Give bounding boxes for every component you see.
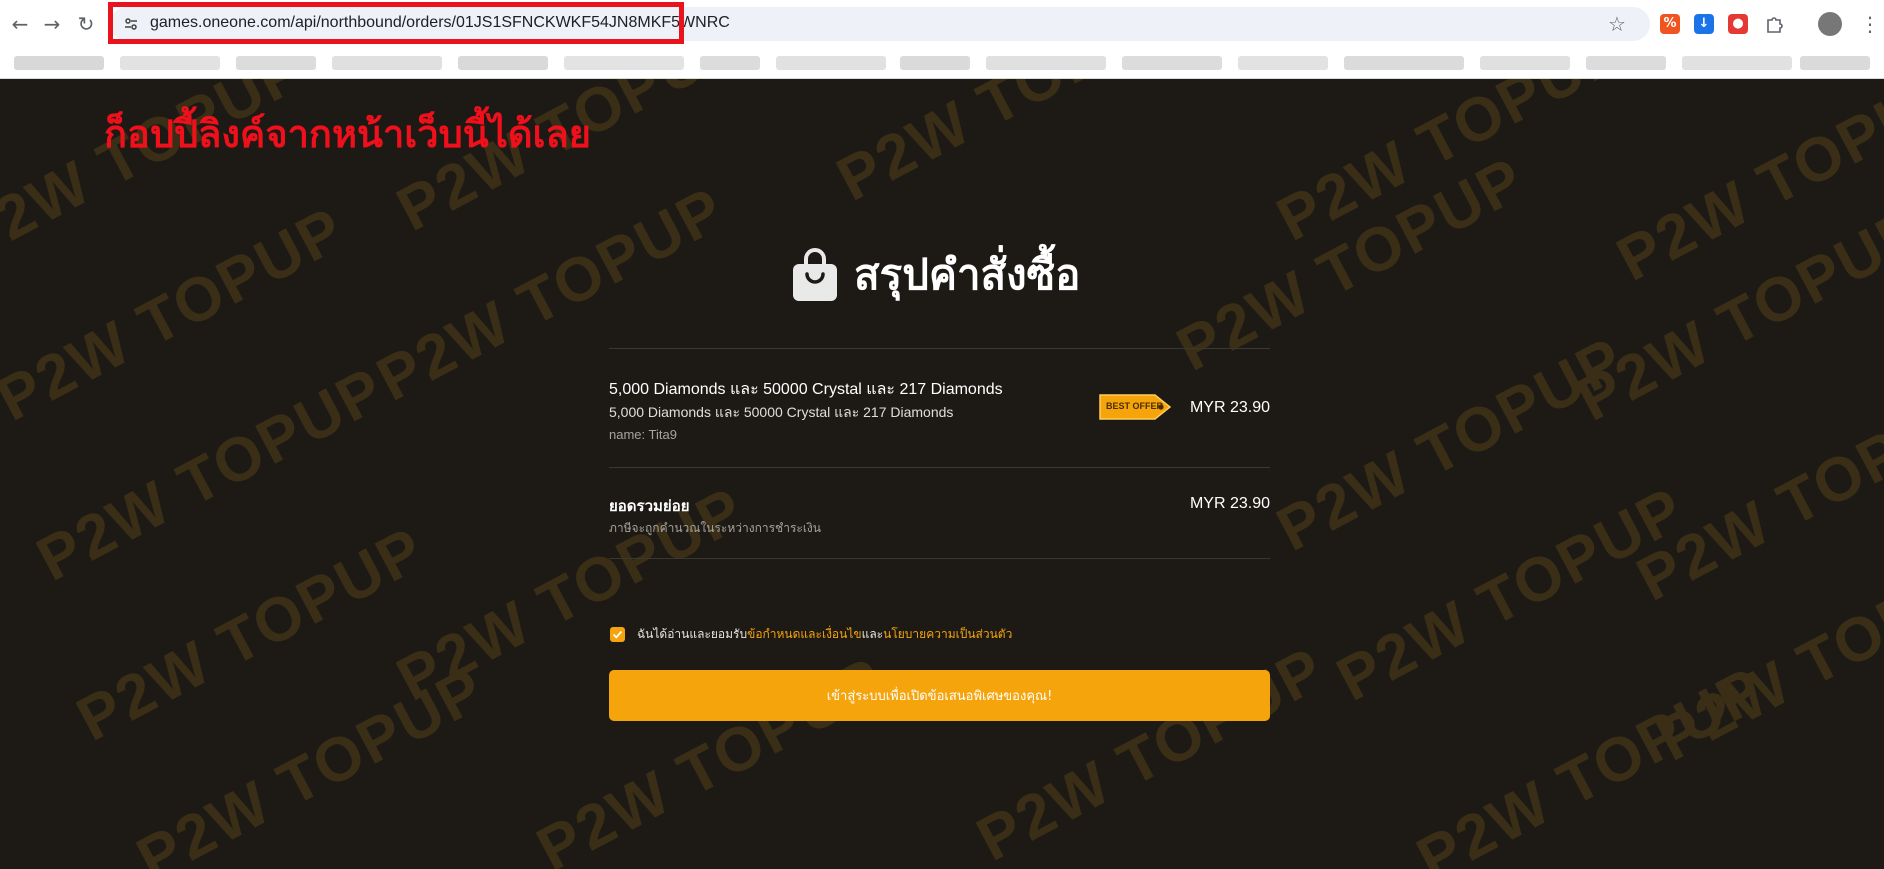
back-icon[interactable]: ← xyxy=(8,12,32,36)
forward-icon[interactable]: → xyxy=(40,12,64,36)
subtotal-price: MYR 23.90 xyxy=(1189,495,1270,512)
download-extension-icon[interactable]: ↓ xyxy=(1694,14,1714,34)
tax-note: ภาษีจะถูกคำนวณในระหว่างการชำระเงิน xyxy=(609,521,821,535)
bookmark-item[interactable] xyxy=(236,56,316,70)
agreement-prefix: ฉันได้อ่านและยอมรับ xyxy=(637,627,748,641)
reload-icon[interactable]: ↻ xyxy=(74,12,98,36)
divider xyxy=(609,467,1270,468)
url-highlight-box xyxy=(108,2,684,44)
watermark: P2W TOPUP xyxy=(966,634,1336,869)
item-title: 5,000 Diamonds และ 50000 Crystal และ 217… xyxy=(609,381,1003,398)
profile-avatar[interactable] xyxy=(1818,12,1842,36)
bookmark-item[interactable] xyxy=(700,56,760,70)
puzzle-icon[interactable] xyxy=(1764,14,1784,34)
best-offer-badge: BEST OFFER xyxy=(1106,401,1164,411)
order-page: P2W TOPUP P2W TOPUP P2W TOPUP P2W TOPUP … xyxy=(0,79,1884,869)
page-title: สรุปคำสั่งซื้อ xyxy=(854,250,1081,299)
bookmark-item[interactable] xyxy=(1238,56,1328,70)
watermark: P2W TOPUP xyxy=(1646,534,1884,775)
bookmark-item[interactable] xyxy=(776,56,886,70)
bookmark-item[interactable] xyxy=(14,56,104,70)
terms-link[interactable]: ข้อกำหนดและเงื่อนไข xyxy=(747,627,861,641)
subtotal-label: ยอดรวมย่อย xyxy=(609,497,690,515)
bookmark-item[interactable] xyxy=(332,56,442,70)
agreement-joiner: และ xyxy=(861,627,884,641)
bookmark-item[interactable] xyxy=(1682,56,1792,70)
watermark: P2W TOPUP xyxy=(1266,79,1636,255)
shopping-bag-icon xyxy=(793,248,837,301)
red-annotation: ก็อปปี้ลิงค์จากหน้าเว็บนี้ได้เลย xyxy=(104,112,592,156)
watermark: P2W TOPUP xyxy=(1566,194,1884,435)
lock-extension-icon[interactable]: ● xyxy=(1728,14,1748,34)
watermark: P2W TOPUP xyxy=(66,514,436,755)
watermark: P2W TOPUP xyxy=(1406,654,1776,869)
watermark: P2W TOPUP xyxy=(126,654,496,869)
bookmark-item[interactable] xyxy=(1122,56,1222,70)
agreement-text: ฉันได้อ่านและยอมรับข้อกำหนดและเงื่อนไขแล… xyxy=(637,625,1012,644)
login-offer-button[interactable]: เข้าสู่ระบบเพื่อเปิดข้อเสนอพิเศษของคุณ! xyxy=(609,670,1270,721)
extension-icon[interactable]: % xyxy=(1660,14,1680,34)
watermark-layer: P2W TOPUP P2W TOPUP P2W TOPUP P2W TOPUP … xyxy=(0,79,1884,869)
divider xyxy=(609,558,1270,559)
browser-toolbar: ← → ↻ games.oneone.com/api/northbound/or… xyxy=(0,0,1884,49)
bookmark-item[interactable] xyxy=(120,56,220,70)
watermark: P2W TOPUP xyxy=(0,194,356,435)
watermark: P2W TOPUP xyxy=(26,354,396,595)
watermark: P2W TOPUP xyxy=(1166,144,1536,385)
bookmark-item[interactable] xyxy=(986,56,1106,70)
bookmark-item[interactable] xyxy=(1800,56,1870,70)
watermark: P2W TOPUP xyxy=(826,79,1196,215)
privacy-policy-link[interactable]: นโยบายความเป็นส่วนตัว xyxy=(883,627,1012,641)
watermark: P2W TOPUP xyxy=(1266,324,1636,565)
agree-checkbox[interactable] xyxy=(610,627,625,642)
bookmark-item[interactable] xyxy=(900,56,970,70)
divider xyxy=(609,348,1270,349)
bookmark-star-icon[interactable]: ☆ xyxy=(1608,12,1626,36)
browser-menu-icon[interactable]: ⋮ xyxy=(1860,12,1880,36)
bookmark-item[interactable] xyxy=(1344,56,1464,70)
bookmark-item[interactable] xyxy=(458,56,548,70)
bookmark-item[interactable] xyxy=(1480,56,1570,70)
item-player-name: name: Tita9 xyxy=(609,427,677,442)
bookmark-item[interactable] xyxy=(1586,56,1666,70)
page-heading: สรุปคำสั่งซื้อ xyxy=(790,245,1080,305)
watermark: P2W TOPUP xyxy=(1326,474,1696,715)
item-price: MYR 23.90 xyxy=(1189,399,1270,416)
check-icon xyxy=(612,630,623,639)
bookmarks-bar xyxy=(0,48,1884,79)
bookmark-item[interactable] xyxy=(564,56,684,70)
item-subtitle: 5,000 Diamonds และ 50000 Crystal และ 217… xyxy=(609,404,954,420)
watermark: P2W TOPUP xyxy=(1626,374,1884,615)
watermark: P2W TOPUP xyxy=(1606,79,1884,295)
